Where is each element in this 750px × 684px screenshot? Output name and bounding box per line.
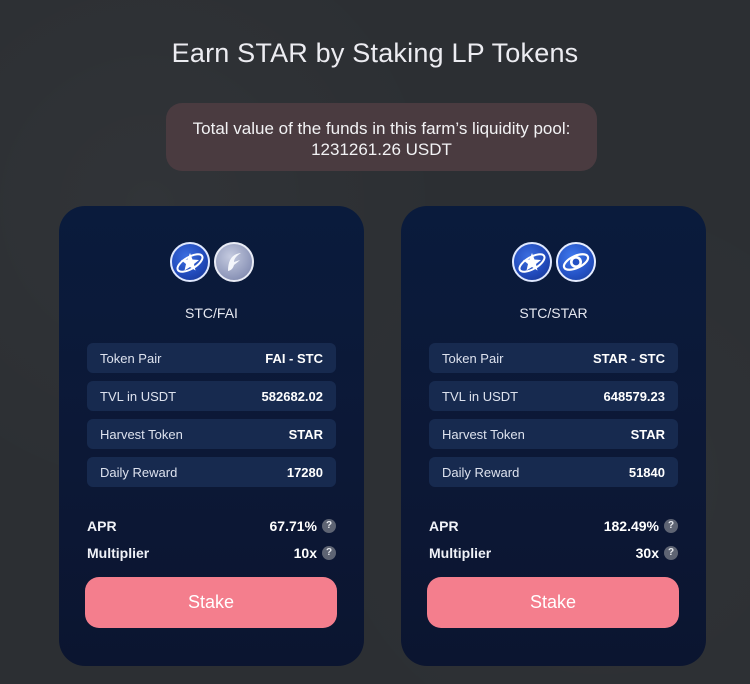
token-pair-row: Token Pair STAR - STC	[429, 343, 678, 373]
token-pair-row: Token Pair FAI - STC	[87, 343, 336, 373]
multiplier-value: 30x	[635, 544, 659, 561]
tvl-row: TVL in USDT 582682.02	[87, 381, 336, 411]
farm-stats: APR 182.49% ? Multiplier 30x ?	[429, 512, 678, 566]
token-pair-value: STAR - STC	[593, 350, 665, 366]
token-pair-value: FAI - STC	[265, 350, 323, 366]
daily-reward-row: Daily Reward 51840	[429, 457, 678, 487]
daily-reward-value: 17280	[286, 464, 323, 480]
tvl-banner: Total value of the funds in this farm’s …	[166, 103, 597, 171]
apr-value: 67.71%	[269, 517, 317, 534]
harvest-token-row: Harvest Token STAR	[429, 419, 678, 449]
harvest-token-value: STAR	[288, 426, 323, 442]
stake-button[interactable]: Stake	[85, 577, 337, 628]
token-icons	[401, 242, 706, 288]
stc-coin-icon	[169, 242, 210, 282]
harvest-token-label: Harvest Token	[442, 426, 525, 442]
farm-card-stc-star: STC/STAR Token Pair STAR - STC TVL in US…	[401, 206, 706, 666]
apr-row: APR 182.49% ?	[429, 512, 678, 539]
farm-info-list: Token Pair STAR - STC TVL in USDT 648579…	[429, 343, 678, 495]
fai-coin-icon	[213, 242, 254, 282]
tvl-label: TVL in USDT	[442, 388, 519, 404]
apr-row: APR 67.71% ?	[87, 512, 336, 539]
farm-card-stc-fai: STC/FAI Token Pair FAI - STC TVL in USDT…	[59, 206, 364, 666]
multiplier-help-icon[interactable]: ?	[322, 545, 336, 560]
multiplier-label: Multiplier	[87, 544, 150, 561]
pair-name: STC/FAI	[185, 305, 238, 321]
tvl-banner-value: 1231261.26 USDT	[311, 140, 452, 159]
token-pair-label: Token Pair	[100, 350, 162, 366]
apr-label: APR	[87, 517, 117, 534]
multiplier-row: Multiplier 30x ?	[429, 539, 678, 566]
stake-button[interactable]: Stake	[427, 577, 679, 628]
daily-reward-label: Daily Reward	[442, 464, 520, 480]
tvl-banner-label: Total value of the funds in this farm’s …	[192, 119, 571, 138]
multiplier-row: Multiplier 10x ?	[87, 539, 336, 566]
harvest-token-value: STAR	[630, 426, 665, 442]
daily-reward-label: Daily Reward	[100, 464, 178, 480]
token-icons	[59, 242, 364, 288]
multiplier-value: 10x	[293, 544, 317, 561]
page-title: Earn STAR by Staking LP Tokens	[171, 38, 579, 68]
harvest-token-row: Harvest Token STAR	[87, 419, 336, 449]
token-pair-label: Token Pair	[442, 350, 504, 366]
star-coin-icon	[555, 242, 596, 282]
farm-info-list: Token Pair FAI - STC TVL in USDT 582682.…	[87, 343, 336, 495]
harvest-token-label: Harvest Token	[100, 426, 183, 442]
daily-reward-value: 51840	[628, 464, 665, 480]
apr-help-icon[interactable]: ?	[664, 518, 678, 533]
farm-stats: APR 67.71% ? Multiplier 10x ?	[87, 512, 336, 566]
tvl-value: 582682.02	[261, 388, 323, 404]
multiplier-label: Multiplier	[429, 544, 492, 561]
pair-name: STC/STAR	[519, 305, 588, 321]
apr-help-icon[interactable]: ?	[322, 518, 336, 533]
tvl-row: TVL in USDT 648579.23	[429, 381, 678, 411]
apr-value: 182.49%	[603, 517, 659, 534]
multiplier-help-icon[interactable]: ?	[664, 545, 678, 560]
stc-coin-icon	[511, 242, 552, 282]
tvl-label: TVL in USDT	[100, 388, 177, 404]
apr-label: APR	[429, 517, 459, 534]
daily-reward-row: Daily Reward 17280	[87, 457, 336, 487]
tvl-value: 648579.23	[603, 388, 665, 404]
